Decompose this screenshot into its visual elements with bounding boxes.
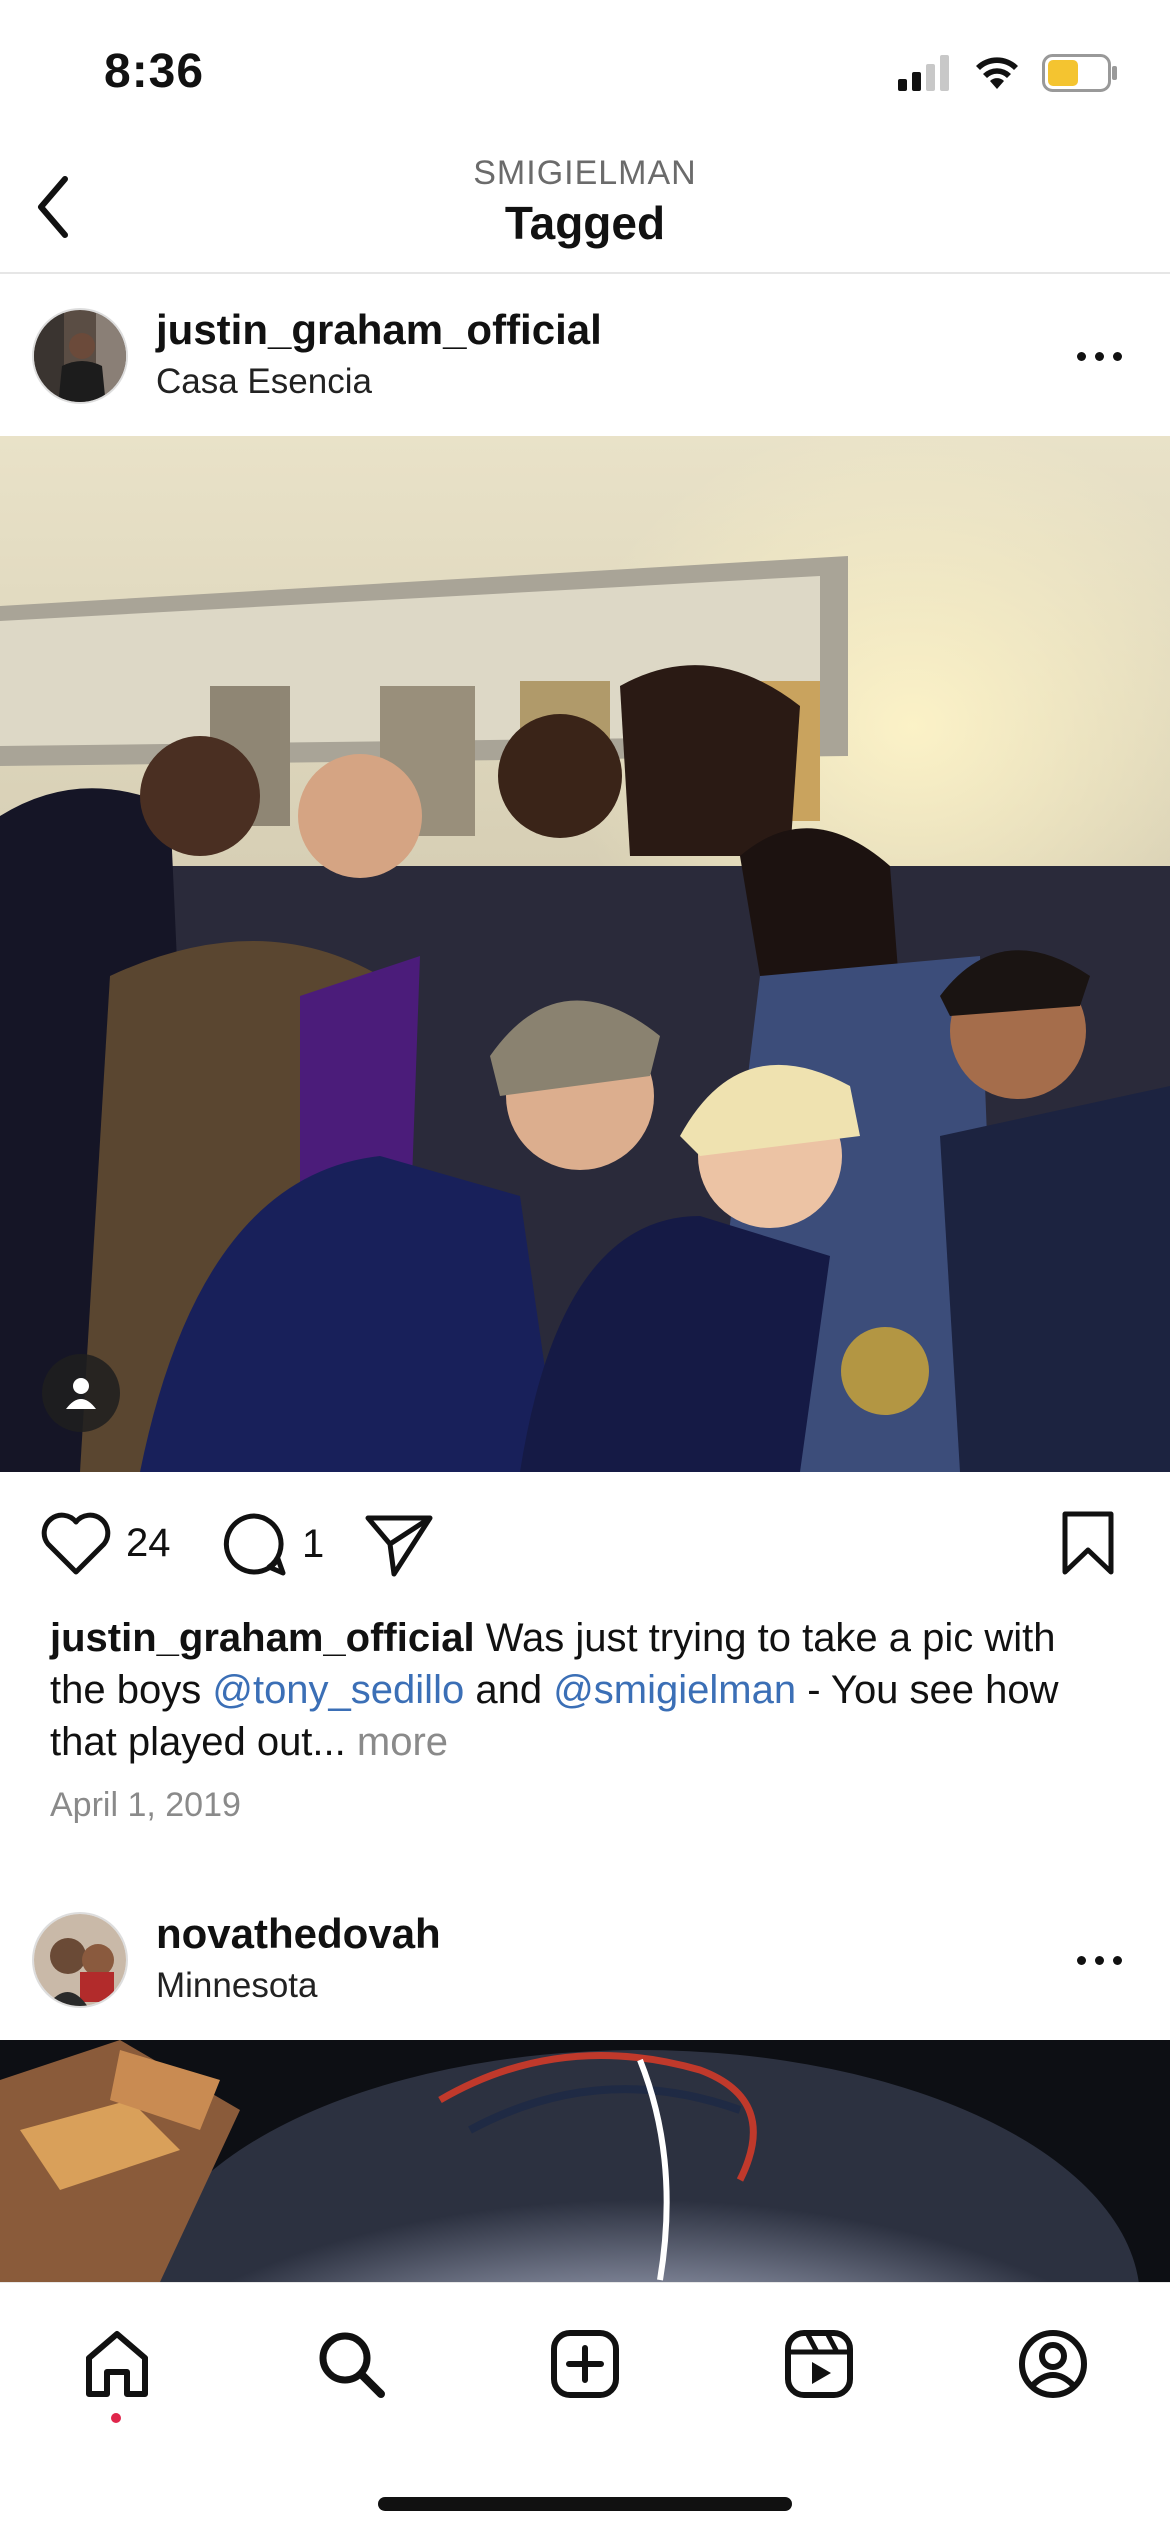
post-username[interactable]: justin_graham_official — [156, 306, 602, 354]
person-icon — [66, 1378, 96, 1409]
tab-create[interactable] — [540, 2319, 630, 2409]
like-count: 24 — [126, 1520, 171, 1565]
home-icon — [86, 2331, 148, 2397]
home-indicator — [378, 2497, 792, 2511]
page-title: Tagged — [504, 197, 666, 249]
post-photo[interactable] — [0, 2040, 1170, 2282]
more-options-button[interactable] — [1064, 1935, 1134, 1985]
post-date: April 1, 2019 — [50, 1786, 241, 1824]
post-username[interactable]: novathedovah — [156, 1910, 441, 1958]
comment-action[interactable]: 1 — [220, 1510, 324, 1578]
profile-icon — [1019, 2330, 1087, 2398]
post-location[interactable]: Minnesota — [156, 1966, 317, 2006]
more-dot — [1094, 1955, 1104, 1965]
wifi-icon — [976, 57, 1018, 89]
tab-search[interactable] — [306, 2319, 396, 2409]
post-actions: 24 1 — [0, 1500, 1170, 1590]
comment-count: 1 — [302, 1521, 325, 1566]
caption-username[interactable]: justin_graham_official — [50, 1616, 475, 1660]
bookmark-icon — [1062, 1511, 1114, 1575]
comment-icon — [223, 1513, 286, 1576]
create-icon — [551, 2330, 619, 2398]
tab-profile[interactable] — [1008, 2319, 1098, 2409]
more-dot — [1112, 351, 1122, 361]
signal-icon — [898, 55, 949, 91]
tab-bar — [0, 2282, 1170, 2532]
avatar[interactable] — [32, 1912, 128, 2008]
more-dot — [1094, 351, 1104, 361]
post-location[interactable]: Casa Esencia — [156, 362, 372, 402]
header-subtitle: SMIGIELMAN — [473, 154, 697, 192]
tagged-users-button[interactable] — [42, 1354, 120, 1432]
search-icon — [319, 2332, 385, 2398]
battery-icon — [1042, 54, 1117, 92]
header: SMIGIELMAN Tagged — [0, 140, 1170, 274]
more-options-button[interactable] — [1064, 331, 1134, 381]
share-button[interactable] — [364, 1512, 434, 1578]
notification-dot — [111, 2413, 121, 2423]
avatar[interactable] — [32, 308, 128, 404]
status-icons — [898, 54, 1118, 92]
post-photo[interactable] — [0, 436, 1170, 1472]
status-bar: 8:36 — [0, 0, 1170, 140]
mention-link[interactable]: @tony_sedillo — [212, 1668, 464, 1712]
post-header: novathedovah Minnesota — [0, 1880, 1170, 2040]
more-dot — [1112, 1955, 1122, 1965]
more-dot — [1076, 1955, 1086, 1965]
caption-text: and — [475, 1668, 543, 1712]
reels-icon — [785, 2330, 853, 2398]
post-caption: justin_graham_official Was just trying t… — [50, 1612, 1120, 1768]
status-time: 8:36 — [104, 45, 205, 98]
save-button[interactable] — [1060, 1510, 1116, 1576]
tab-reels[interactable] — [774, 2319, 864, 2409]
tab-home[interactable] — [72, 2319, 162, 2409]
like-action[interactable]: 24 — [40, 1510, 171, 1576]
mention-link[interactable]: @smigielman — [553, 1668, 796, 1712]
send-icon — [365, 1515, 433, 1577]
post-header: justin_graham_official Casa Esencia — [0, 276, 1170, 436]
more-dot — [1076, 351, 1086, 361]
heart-icon — [41, 1512, 111, 1575]
more-link[interactable]: more — [357, 1720, 448, 1764]
